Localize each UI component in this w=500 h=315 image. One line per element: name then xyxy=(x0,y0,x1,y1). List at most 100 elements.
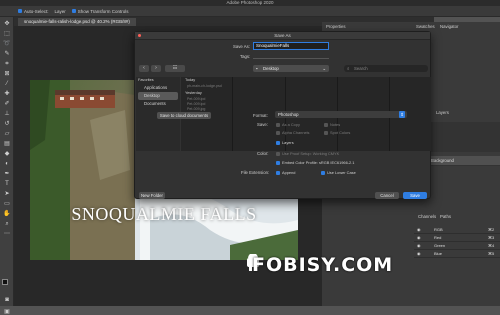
search-placeholder: Search xyxy=(354,66,368,71)
eyedropper-tool-icon[interactable]: ⁄ xyxy=(3,81,11,87)
layers-checkbox[interactable] xyxy=(276,141,280,145)
channel-shortcut: ⌘5 xyxy=(488,251,495,256)
history-brush-tool-icon[interactable]: ↺ xyxy=(3,121,11,127)
cancel-button[interactable]: Cancel xyxy=(375,192,399,199)
embed-profile-label: Embed Color Profile: sRGB IEC61966-2.1 xyxy=(282,160,355,165)
favorites-header: Favorites xyxy=(138,78,154,82)
append-label: Append xyxy=(282,170,296,175)
file-item[interactable]: Pet-009.jpg xyxy=(187,107,205,111)
document-tab[interactable]: snoqualmie-falls-ralish-lodge.psd @ 40.2… xyxy=(18,18,136,26)
notes-label: Notes xyxy=(330,122,341,127)
show-transform-label: Show Transform Controls xyxy=(77,8,129,14)
sidebar-item-desktop[interactable]: Desktop xyxy=(138,92,178,100)
gradient-tool-icon[interactable]: ▤ xyxy=(3,141,11,147)
use-proof-setup-label: Use Proof Setup: Working CMYK xyxy=(282,151,340,156)
sidebar-item-label: Applications xyxy=(144,85,168,90)
sidebar-item-documents[interactable]: Documents xyxy=(138,100,178,108)
channel-row-rgb[interactable]: ◉ RGB ⌘2 xyxy=(414,226,500,234)
close-window-icon[interactable] xyxy=(138,34,141,37)
append-checkbox[interactable] xyxy=(276,171,280,175)
auto-select-option[interactable]: Auto-Select: xyxy=(18,9,49,14)
channel-shortcut: ⌘4 xyxy=(488,243,495,248)
quick-select-tool-icon[interactable]: ✎ xyxy=(3,51,11,57)
as-a-copy-checkbox[interactable] xyxy=(276,123,280,127)
path-select-tool-icon[interactable]: ➤ xyxy=(3,191,11,197)
type-tool-icon[interactable]: T xyxy=(3,181,11,187)
eye-icon[interactable]: ◉ xyxy=(417,227,421,232)
crop-tool-icon[interactable]: ⌗ xyxy=(3,61,11,67)
file-item[interactable]: Pet-009.lpd xyxy=(187,97,205,101)
save-to-cloud-button[interactable]: Save to cloud documents xyxy=(157,112,211,119)
tab-layers[interactable]: Layers xyxy=(436,110,449,115)
stamp-tool-icon[interactable]: ⊥ xyxy=(3,111,11,117)
format-value: Photoshop xyxy=(278,112,299,117)
search-icon: ⌕ xyxy=(347,66,350,71)
blur-tool-icon[interactable]: ◆ xyxy=(3,151,11,157)
tags-input[interactable] xyxy=(253,53,329,59)
hand-tool-icon[interactable]: ✋ xyxy=(3,211,11,217)
color-label: Color: xyxy=(257,151,269,156)
filename-input[interactable]: SnoqualmieFalls xyxy=(253,42,329,50)
format-dropdown[interactable]: Photoshop ⇕ xyxy=(275,111,407,118)
back-button[interactable]: ‹ xyxy=(139,65,149,72)
tab-swatches[interactable]: Swatches xyxy=(416,24,435,29)
channel-name: Red xyxy=(434,235,442,240)
screen-mode-icon[interactable]: ▣ xyxy=(3,309,11,315)
alpha-channels-checkbox[interactable] xyxy=(276,131,280,135)
channel-name: RGB xyxy=(434,227,443,232)
lasso-tool-icon[interactable]: ➰ xyxy=(3,41,11,47)
pen-tool-icon[interactable]: ✒ xyxy=(3,171,11,177)
spot-colors-checkbox[interactable] xyxy=(324,131,328,135)
use-lower-case-label: Use Lower Case xyxy=(327,170,356,175)
search-input[interactable]: ⌕ Search xyxy=(344,65,428,72)
file-extension-label: File Extension: xyxy=(241,170,270,175)
forward-button[interactable]: › xyxy=(151,65,161,72)
tab-paths[interactable]: Paths xyxy=(440,214,451,219)
healing-tool-icon[interactable]: ✚ xyxy=(3,91,11,97)
more-tools-icon[interactable]: ⋯ xyxy=(3,231,11,237)
auto-select-label: Auto-Select: xyxy=(24,8,49,14)
eraser-tool-icon[interactable]: ▱ xyxy=(3,131,11,137)
frame-tool-icon[interactable]: ⊠ xyxy=(3,71,11,77)
location-dropdown[interactable]: Desktop ▪ ⌄ xyxy=(253,65,329,72)
file-item[interactable]: ph-main-ch-lodge.psd xyxy=(187,84,222,88)
layers-label: Layers xyxy=(282,140,294,145)
alpha-channels-label: Alpha Channels xyxy=(282,130,310,135)
notes-checkbox[interactable] xyxy=(324,123,328,127)
show-transform-option[interactable]: Show Transform Controls xyxy=(71,8,129,14)
sidebar-item-label: Documents xyxy=(144,101,166,106)
zoom-tool-icon[interactable]: ⌕ xyxy=(3,221,11,227)
brush-tool-icon[interactable]: ✐ xyxy=(3,101,11,107)
channel-row-green[interactable]: ◉ Green ⌘4 xyxy=(414,242,500,250)
as-a-copy-label: As a Copy xyxy=(282,122,300,127)
save-button[interactable]: Save xyxy=(403,192,427,199)
marquee-tool-icon[interactable]: ⬚ xyxy=(3,31,11,37)
foreground-color-swatch[interactable] xyxy=(2,279,8,285)
today-header: Today xyxy=(185,78,196,82)
eye-icon[interactable]: ◉ xyxy=(417,235,421,240)
sidebar-item-applications[interactable]: Applications xyxy=(138,84,178,92)
shape-tool-icon[interactable]: ▭ xyxy=(3,201,11,207)
layer-dropdown[interactable]: Layer xyxy=(55,9,66,14)
spot-colors-label: Spot Colors xyxy=(330,130,351,135)
dodge-tool-icon[interactable]: ◐ xyxy=(3,161,11,167)
tab-properties[interactable]: Properties xyxy=(326,24,346,29)
channel-row-red[interactable]: ◉ Red ⌘3 xyxy=(414,234,500,242)
checkbox-icon xyxy=(18,9,22,14)
use-proof-setup-checkbox[interactable] xyxy=(276,152,280,156)
folder-icon: ▪ xyxy=(256,66,258,71)
use-lower-case-checkbox[interactable] xyxy=(321,171,325,175)
layer-name: Background xyxy=(431,158,454,163)
view-mode-button[interactable]: ☷ xyxy=(165,65,185,72)
embed-profile-checkbox[interactable] xyxy=(276,161,280,165)
dialog-title: Save As xyxy=(135,32,430,40)
chevron-down-icon: ⌄ xyxy=(322,66,326,71)
tab-navigator[interactable]: Navigator xyxy=(440,24,458,29)
eye-icon[interactable]: ◉ xyxy=(417,243,421,248)
yesterday-header: Yesterday xyxy=(185,91,202,95)
quick-mask-icon[interactable]: ◙ xyxy=(3,297,11,303)
tab-channels[interactable]: Channels xyxy=(418,214,436,219)
move-tool-icon[interactable]: ✥ xyxy=(3,21,11,27)
file-item[interactable]: Pet-009.lpd xyxy=(187,102,205,106)
new-folder-button[interactable]: New Folder xyxy=(139,192,165,199)
